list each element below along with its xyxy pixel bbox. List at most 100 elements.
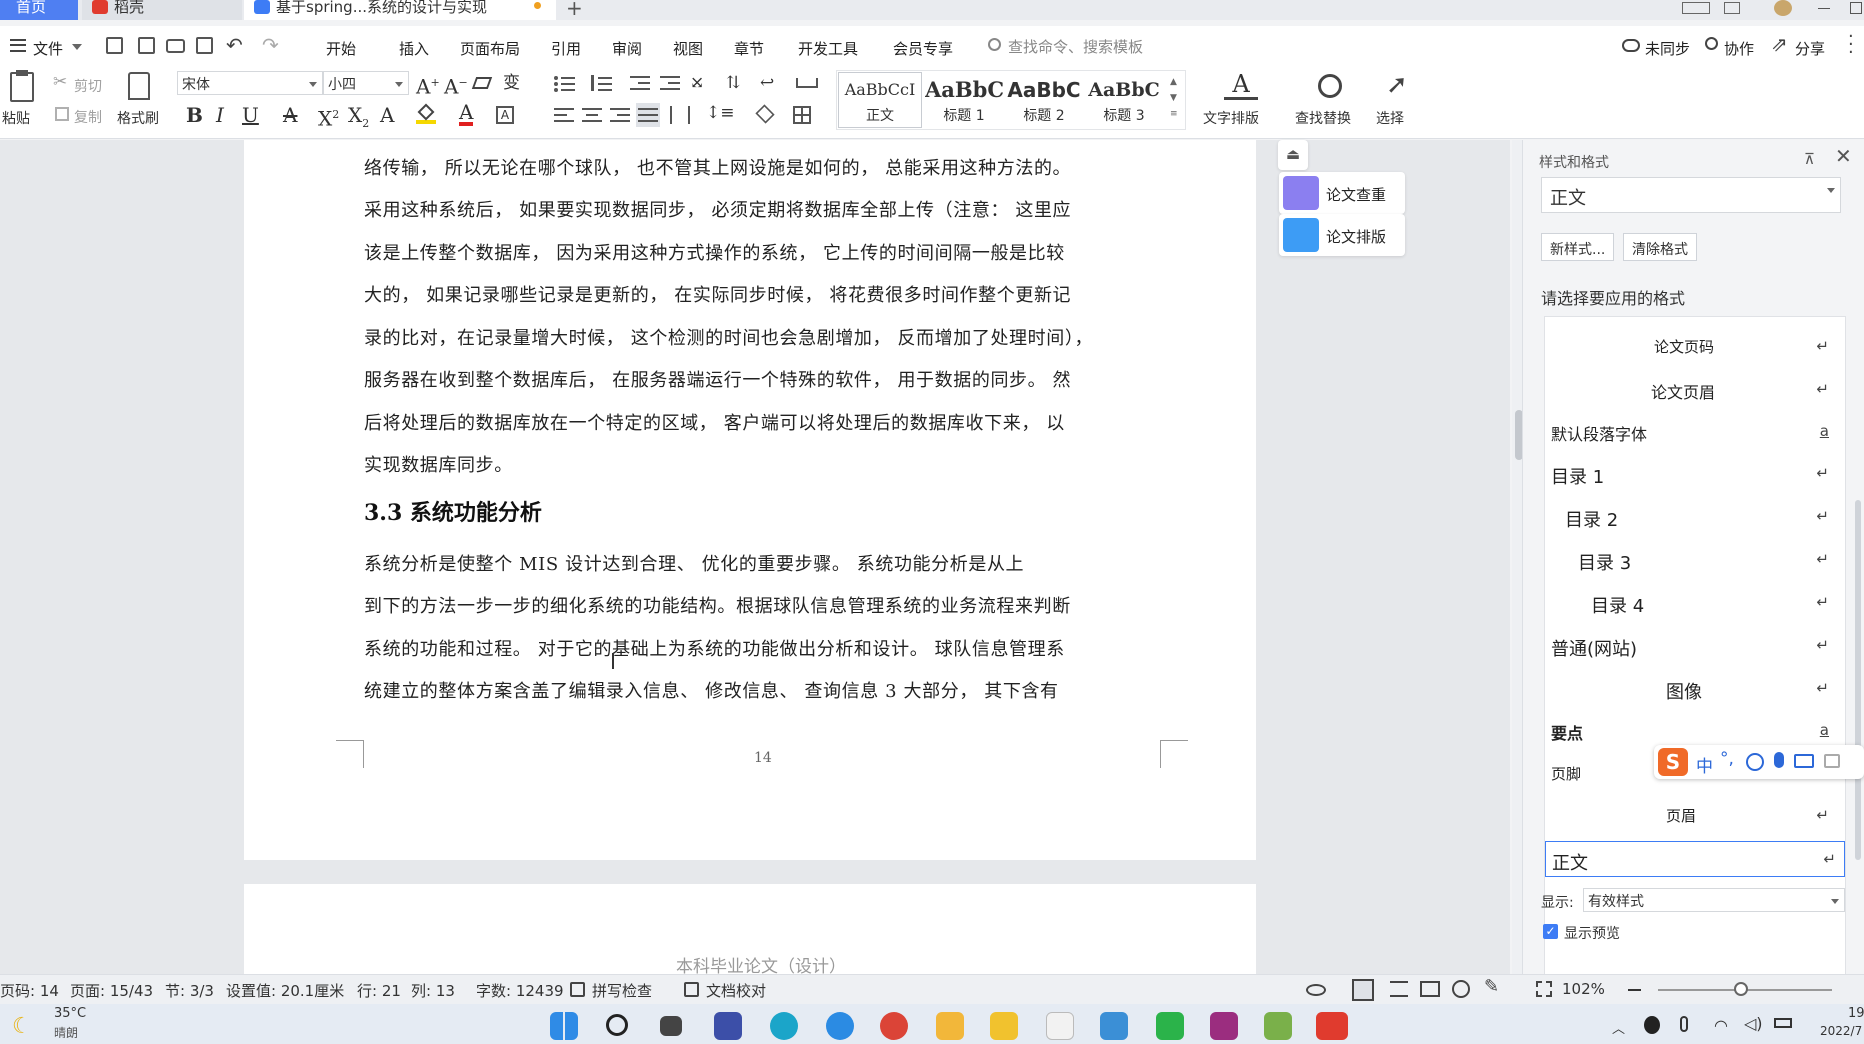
section-heading[interactable]: 3.3 系统功能分析 (364, 495, 542, 527)
shrink-font-icon[interactable]: A− (444, 72, 468, 98)
style-item[interactable]: 图像 ↵ (1551, 671, 1837, 707)
avatar[interactable] (1774, 0, 1792, 16)
numbered-list-icon[interactable] (591, 74, 613, 92)
wifi-icon[interactable]: ◠ (1714, 1016, 1728, 1035)
sort-icon[interactable]: ⇅ (726, 72, 740, 94)
text-line[interactable]: 统建立的整体方案含盖了编辑录入信息、 修改信息、 查询信息 3 大部分， 其下含… (364, 677, 1059, 703)
bold-icon[interactable]: B (186, 104, 203, 126)
tab-daoke[interactable]: 稻壳 (82, 0, 242, 20)
hbuilder-icon[interactable] (1156, 1012, 1184, 1040)
tab-document[interactable]: 基于spring...系统的设计与实现 (244, 0, 556, 20)
redo-icon[interactable]: ↷ (262, 33, 279, 57)
grid-icon[interactable] (1724, 2, 1740, 14)
page-14[interactable]: 络传输， 所以无论在哪个球队， 也不管其上网设施是如何的， 总能采用这种方法的。… (244, 140, 1256, 860)
style-item[interactable]: 目录 3 ↵ (1551, 542, 1837, 578)
align-center-icon[interactable] (582, 106, 602, 124)
keyboard-icon[interactable] (1794, 754, 1814, 768)
page-view-icon[interactable] (1352, 979, 1374, 1001)
align-right-icon[interactable] (610, 106, 630, 124)
punctuation-icon[interactable]: °, (1720, 749, 1734, 769)
gallery-scroll-icon[interactable]: ▲ ▼ ≡ (1170, 74, 1178, 122)
emoji-icon[interactable] (1746, 753, 1764, 771)
text-line[interactable]: 络传输， 所以无论在哪个球队， 也不管其上网设施是如何的， 总能采用这种方法的。 (364, 154, 1071, 180)
menu-review[interactable]: 审阅 (612, 38, 642, 59)
new-tab-button[interactable]: + (566, 0, 583, 20)
highlight-icon[interactable] (416, 103, 436, 124)
tray-chevron-up-icon[interactable]: ︿ (1612, 1018, 1625, 1037)
chrome-icon[interactable] (880, 1012, 908, 1040)
minimize-icon[interactable] (1818, 8, 1830, 9)
style-item[interactable]: 普通(网站) ↵ (1551, 628, 1837, 664)
subscript-icon[interactable]: X2 (348, 104, 369, 135)
menu-references[interactable]: 引用 (551, 38, 581, 59)
font-color-icon[interactable]: A (459, 102, 474, 126)
sogou-logo-icon[interactable]: S (1658, 748, 1688, 776)
paste-icon[interactable] (10, 70, 34, 102)
text-line[interactable]: 大的， 如果记录哪些记录是更新的， 在实际同步时候， 将花费很多时间作整个更新记 (364, 281, 1071, 307)
document-canvas[interactable]: 络传输， 所以无论在哪个球队， 也不管其上网设施是如何的， 总能采用这种方法的。… (0, 140, 1526, 977)
menu-member[interactable]: 会员专享 (893, 38, 953, 59)
pinyin-icon[interactable]: 变 (503, 72, 520, 94)
clock-time[interactable]: 19 (1848, 1006, 1864, 1021)
clock-date[interactable]: 2022/7 (1820, 1024, 1862, 1038)
text-line[interactable]: 系统的功能和过程。 对于它的基础上为系统的功能做出分析和设计。 球队信息管理系 (364, 635, 1065, 661)
style-item[interactable]: 目录 1 ↵ (1551, 456, 1837, 492)
start-icon[interactable] (550, 1012, 578, 1040)
skin-icon[interactable] (1824, 754, 1840, 768)
fit-page-icon[interactable] (1536, 981, 1552, 997)
style-list-scroll-thumb[interactable] (1855, 500, 1861, 860)
style-item[interactable]: 要点 a (1551, 713, 1837, 749)
weather-temp[interactable]: 35°C (54, 1006, 86, 1021)
decrease-indent-icon[interactable] (630, 74, 650, 92)
status-page[interactable]: 页面: 15/43 (70, 980, 153, 1001)
text-line[interactable]: 采用这种系统后， 如果要实现数据同步， 必须定期将数据库全部上传（注意： 这里应 (364, 196, 1071, 222)
menu-chapter[interactable]: 章节 (734, 38, 764, 59)
char-border-icon[interactable]: A (496, 106, 514, 124)
style-item[interactable]: 默认段落字体 a (1551, 414, 1837, 450)
battery-icon[interactable] (1774, 1018, 1792, 1028)
find-replace-button[interactable]: 查找替换 (1295, 108, 1351, 128)
line-spacing-icon[interactable]: ↕≡ (706, 102, 735, 124)
paper-check-button[interactable]: 论文查重 (1279, 172, 1405, 214)
font-name-select[interactable]: 宋体 (177, 71, 323, 95)
style-normal[interactable]: AaBbCcI 正文 (838, 72, 922, 128)
edge-icon[interactable] (770, 1012, 798, 1040)
spell-check-button[interactable]: 拼写检查 (592, 980, 652, 1001)
zoom-level[interactable]: 102% (1562, 980, 1605, 998)
app-icon[interactable] (1264, 1012, 1292, 1040)
show-filter-select[interactable]: 有效样式 (1583, 888, 1845, 912)
text-line[interactable]: 录的比对，在记录量增大时候， 这个检测的时间也会急剧增加， 反而增加了处理时间）… (364, 324, 1093, 350)
mic-tray-icon[interactable] (1680, 1016, 1688, 1032)
volume-icon[interactable]: ◁) (1744, 1014, 1763, 1033)
clear-format-button[interactable]: 清除格式 (1623, 233, 1697, 261)
page-15[interactable]: 本科毕业论文（设计） (244, 884, 1256, 977)
zoom-slider-thumb[interactable] (1734, 982, 1748, 996)
new-style-button[interactable]: 新样式... (1541, 233, 1615, 261)
print-icon[interactable] (166, 39, 185, 53)
ruler-icon[interactable] (796, 78, 818, 88)
zoom-out-icon[interactable] (1628, 989, 1641, 991)
text-layout-button[interactable]: 文字排版 (1203, 108, 1259, 128)
text-line[interactable]: 该是上传整个数据库， 因为采用这种方式操作的系统， 它上传的时间间隔一般是比较 (364, 239, 1065, 265)
more-icon[interactable]: · · · (1848, 28, 1854, 62)
app-icon[interactable] (1046, 1012, 1074, 1040)
proofread-button[interactable]: 文档校对 (706, 980, 766, 1001)
style-item[interactable]: 论文页码 ↵ (1551, 329, 1837, 365)
increase-indent-icon[interactable] (660, 74, 680, 92)
save-icon[interactable] (106, 37, 123, 54)
hamburger-icon[interactable] (10, 39, 26, 52)
current-style-select[interactable]: 正文 (1541, 177, 1841, 213)
search-taskbar-icon[interactable] (606, 1014, 628, 1036)
style-item[interactable]: 目录 2 ↵ (1551, 499, 1837, 535)
select-button[interactable]: 选择 (1376, 108, 1404, 128)
text-line[interactable]: 后将处理后的数据库放在一个特定的区域， 客户端可以将处理后的数据库收下来， 以 (364, 409, 1065, 435)
cut-button[interactable]: 剪切 (74, 76, 102, 96)
status-page-number[interactable]: 页码: 14 (0, 980, 59, 1001)
preview-checkbox[interactable]: ✓ (1543, 924, 1558, 939)
status-wordcount[interactable]: 字数: 12439 (476, 980, 564, 1001)
italic-icon[interactable]: I (216, 104, 224, 126)
style-heading-1[interactable]: AaBbC 标题 1 (924, 72, 1004, 128)
text-direction-icon[interactable]: ⤩ (690, 72, 704, 94)
grow-font-icon[interactable]: A+ (416, 72, 440, 98)
collab-button[interactable]: 协作 (1724, 38, 1754, 59)
